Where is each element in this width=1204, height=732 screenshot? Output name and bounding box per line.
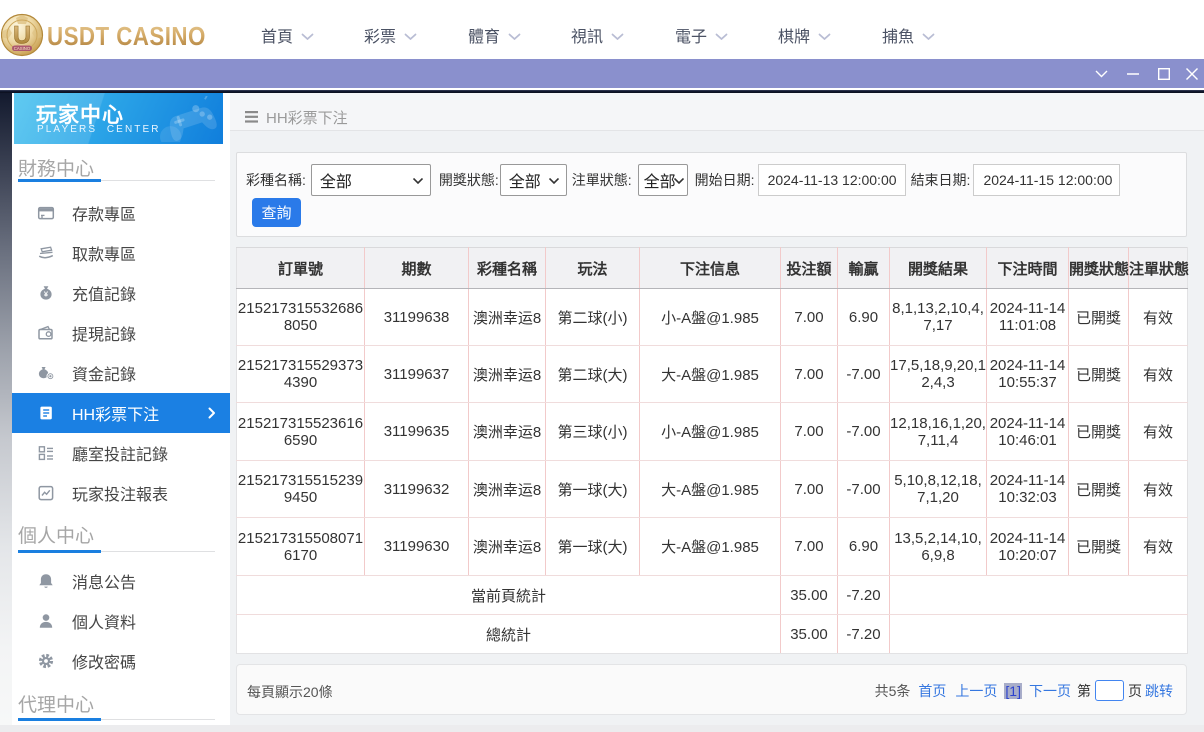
svg-text:CASINO: CASINO [14,46,31,51]
